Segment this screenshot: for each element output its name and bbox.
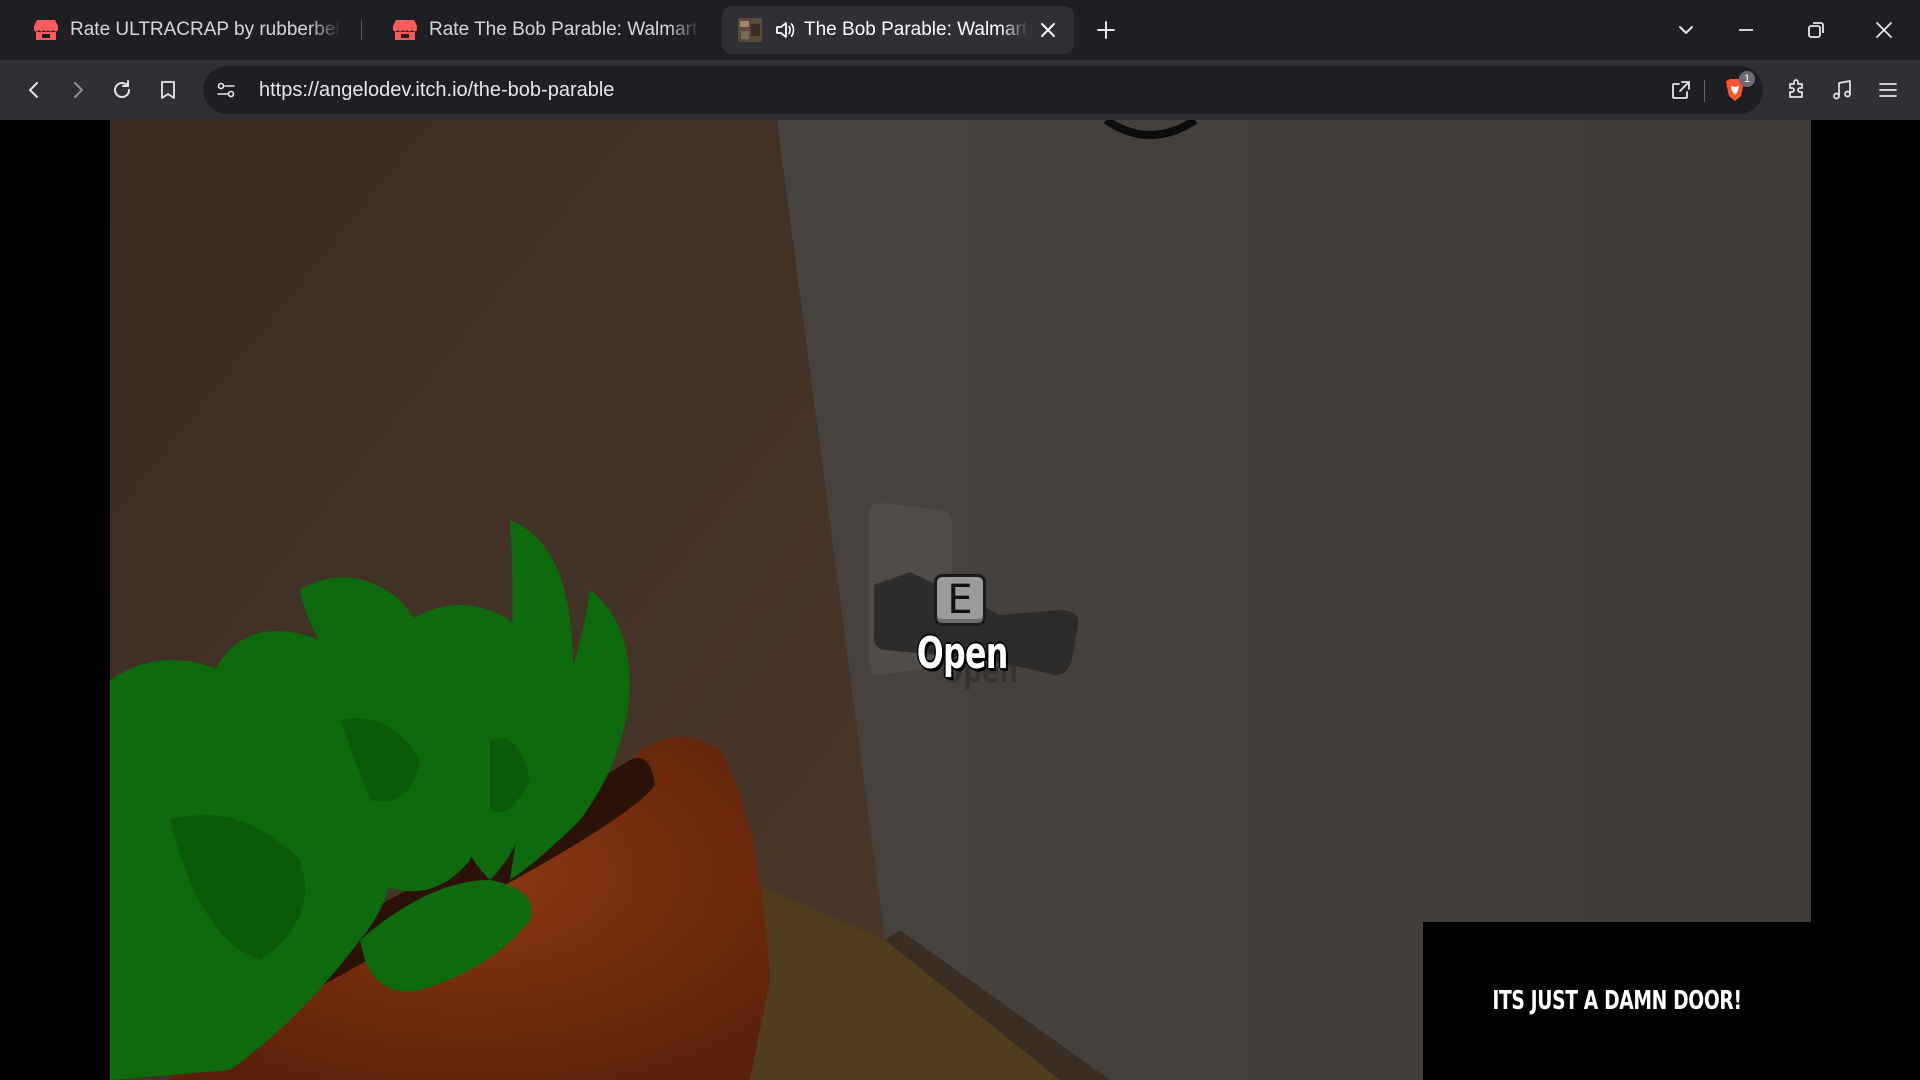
- forward-button[interactable]: [60, 72, 96, 108]
- puzzle-icon: [1789, 79, 1803, 98]
- tab-strip: Rate ULTRACRAP by rubberbeing fo Rate Th…: [0, 0, 1920, 60]
- menu-button[interactable]: [1870, 72, 1906, 108]
- back-button[interactable]: [16, 72, 52, 108]
- music-note-icon: [1833, 80, 1851, 100]
- tab-search-button[interactable]: [1668, 12, 1704, 48]
- tab-rate-bob-parable[interactable]: Rate The Bob Parable: Walmart Bin I: [377, 6, 717, 54]
- interact-key-icon: E: [934, 574, 986, 626]
- site-settings-icon[interactable]: [215, 79, 237, 106]
- tab-separator: [361, 20, 362, 40]
- game-canvas[interactable]: Open E Open ITS JUST A DAMN DOOR!: [110, 120, 1811, 1080]
- chevron-down-icon: [1679, 26, 1693, 34]
- url-text[interactable]: https://angelodev.itch.io/the-bob-parabl…: [259, 66, 614, 114]
- hamburger-menu-icon: [1879, 83, 1897, 97]
- close-tab-icon[interactable]: [1038, 20, 1058, 40]
- reload-icon: [114, 80, 130, 98]
- page-content: Open E Open ITS JUST A DAMN DOOR!: [0, 120, 1920, 1080]
- reload-button[interactable]: [104, 72, 140, 108]
- share-icon[interactable]: [1669, 78, 1693, 107]
- forward-arrow-icon: [74, 82, 83, 98]
- itchio-icon: [34, 18, 58, 42]
- address-bar[interactable]: https://angelodev.itch.io/the-bob-parabl…: [203, 66, 1763, 114]
- shields-badge: 1: [1739, 71, 1755, 87]
- omnibox-separator: [1704, 80, 1705, 102]
- tab-title: Rate ULTRACRAP by rubberbeing fo: [70, 19, 342, 40]
- minimize-button[interactable]: [1728, 12, 1764, 48]
- extensions-button[interactable]: [1779, 72, 1815, 108]
- media-button[interactable]: [1824, 72, 1860, 108]
- plus-icon: [1097, 21, 1115, 39]
- new-tab-button[interactable]: [1088, 12, 1124, 48]
- restore-button[interactable]: [1798, 12, 1834, 48]
- close-icon: [1876, 22, 1892, 38]
- speaker-icon[interactable]: [774, 19, 796, 41]
- itchio-icon: [393, 18, 417, 42]
- subtitle-box: ITS JUST A DAMN DOOR!: [1423, 922, 1811, 1080]
- restore-icon: [1808, 22, 1824, 38]
- tab-rate-ultracrap[interactable]: Rate ULTRACRAP by rubberbeing fo: [18, 6, 358, 54]
- tab-bob-parable-game[interactable]: The Bob Parable: Walmart Bi: [722, 6, 1074, 54]
- back-arrow-icon: [29, 82, 38, 98]
- interact-action-label: Open: [916, 628, 1008, 679]
- bookmark-button[interactable]: [150, 72, 186, 108]
- tab-title: Rate The Bob Parable: Walmart Bin I: [429, 19, 701, 40]
- browser-toolbar: https://angelodev.itch.io/the-bob-parabl…: [0, 60, 1920, 120]
- tab-title: The Bob Parable: Walmart Bi: [804, 19, 1028, 40]
- minimize-icon: [1739, 29, 1753, 31]
- bookmark-icon: [161, 81, 175, 99]
- close-window-button[interactable]: [1866, 12, 1902, 48]
- subtitle-text: ITS JUST A DAMN DOOR!: [1492, 986, 1742, 1016]
- game-thumbnail-icon: [738, 18, 762, 42]
